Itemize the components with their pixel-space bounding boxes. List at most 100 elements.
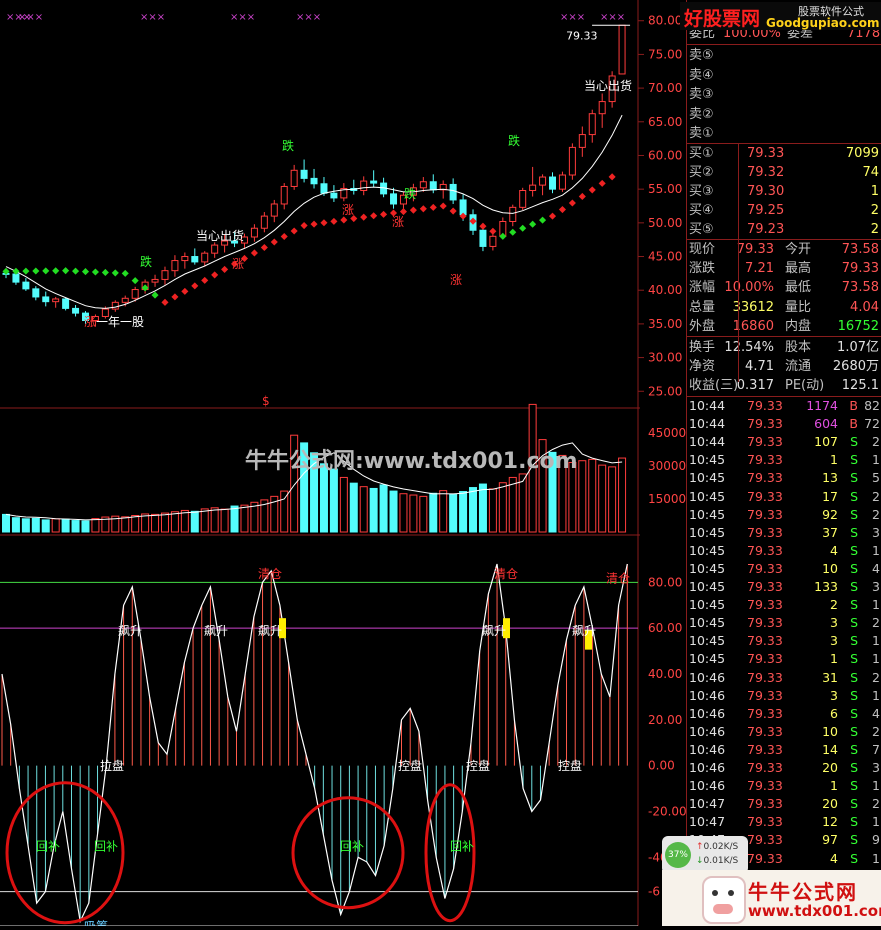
volume-bar bbox=[210, 507, 219, 533]
volume-bar bbox=[399, 493, 408, 533]
tick-time: 10:44 bbox=[689, 434, 726, 450]
candle-body bbox=[151, 278, 159, 283]
tick-price: 79.33 bbox=[747, 470, 783, 486]
volume-bar bbox=[409, 494, 418, 533]
tick-volume: 3 bbox=[830, 615, 838, 631]
buy-level-volume: 74 bbox=[862, 165, 879, 180]
chart-canvas[interactable]: 79.33 80.00 75.00 70.00 65.00 60.00 55.00 50.0… bbox=[0, 0, 687, 930]
volume-bar bbox=[469, 487, 478, 533]
volume-bar bbox=[41, 519, 50, 533]
buy-level-price: 79.23 bbox=[747, 222, 785, 237]
candle-body bbox=[300, 169, 308, 179]
share-stat-value: 1.07亿 bbox=[837, 340, 879, 355]
tick-row: 10:46 79.33 10 S 2 bbox=[687, 723, 881, 741]
indicator-label: 拉盘 bbox=[100, 758, 124, 773]
tick-row: 10:44 79.33 1174 B 82 bbox=[687, 397, 881, 415]
sar-dot bbox=[181, 287, 189, 295]
last-price-label: 79.33 bbox=[566, 29, 598, 42]
tick-price: 79.33 bbox=[747, 579, 783, 594]
volume-bar bbox=[220, 508, 229, 533]
tick-volume: 3 bbox=[830, 687, 838, 703]
sar-dot bbox=[439, 202, 447, 210]
candle-body bbox=[290, 169, 298, 187]
speed-down: ↓0.01K/S bbox=[696, 856, 738, 866]
tick-count: 2 bbox=[872, 615, 880, 631]
price-annotation: 涨 bbox=[84, 314, 96, 329]
tick-volume: 2 bbox=[830, 597, 838, 613]
sar-dot bbox=[529, 220, 537, 228]
candle-body bbox=[111, 301, 119, 310]
volume-bar bbox=[459, 491, 468, 533]
tick-price: 79.33 bbox=[747, 506, 783, 522]
sar-dot bbox=[201, 276, 209, 284]
candle-body bbox=[598, 101, 606, 115]
sell-level-label: 卖② bbox=[689, 106, 714, 122]
sar-dot bbox=[72, 267, 80, 275]
tick-row: 10:45 79.33 92 S 2 bbox=[687, 506, 881, 524]
sar-dot bbox=[221, 265, 229, 273]
tick-time: 10:46 bbox=[689, 741, 726, 757]
price-annotation: 涨 bbox=[342, 202, 354, 217]
sar-dot bbox=[370, 212, 378, 220]
indicator-tick-label: 40.00 bbox=[648, 667, 682, 681]
candle-body bbox=[568, 146, 576, 176]
candle-body bbox=[330, 192, 338, 199]
candle-body bbox=[42, 296, 50, 303]
sar-dot bbox=[310, 220, 318, 228]
tick-price: 79.33 bbox=[747, 597, 783, 613]
candle-body bbox=[280, 185, 288, 205]
tick-time: 10:46 bbox=[689, 760, 726, 775]
indicator-label: 吸筹 bbox=[84, 920, 108, 926]
tick-side: S bbox=[850, 741, 858, 757]
tick-volume: 14 bbox=[822, 741, 838, 757]
tick-price: 79.33 bbox=[747, 705, 783, 721]
tick-volume: 1 bbox=[830, 452, 838, 468]
tick-time: 10:47 bbox=[689, 814, 726, 830]
sar-dot bbox=[568, 199, 576, 207]
tick-side: S bbox=[850, 760, 858, 775]
share-stat-value: 12.54% bbox=[724, 340, 774, 355]
candle-body bbox=[429, 181, 437, 191]
indicator-label: 回补 bbox=[450, 839, 474, 853]
buy-level-price: 79.30 bbox=[747, 184, 785, 199]
sell-level-row: 卖② bbox=[687, 105, 881, 124]
stat-row: 涨幅 10.00% 最低 73.58 bbox=[687, 278, 881, 297]
tick-volume: 97 bbox=[822, 832, 838, 848]
price-tick-label: 75.00 bbox=[648, 47, 682, 61]
tick-time: 10:45 bbox=[689, 506, 726, 522]
tick-count: 2 bbox=[872, 669, 880, 685]
sar-dot bbox=[250, 249, 258, 257]
buy-level-volume: 2 bbox=[870, 203, 879, 218]
marker-x: ××× bbox=[18, 12, 43, 23]
sar-dot bbox=[260, 243, 268, 252]
candle-body bbox=[479, 229, 487, 247]
stat-row: 总量 33612 量比 4.04 bbox=[687, 298, 881, 317]
price-annotation: 跌 bbox=[140, 254, 152, 269]
tick-count: 1 bbox=[872, 687, 880, 703]
speed-pct-badge: 37% bbox=[665, 842, 691, 868]
sar-dot bbox=[548, 212, 557, 220]
tick-time: 10:45 bbox=[689, 651, 726, 667]
buy-level-row: 买⑤ 79.23 2 bbox=[687, 220, 881, 239]
volume-bar bbox=[488, 488, 497, 533]
tick-volume: 12 bbox=[822, 814, 838, 830]
tick-volume: 13 bbox=[822, 470, 838, 486]
volume-bar bbox=[339, 476, 348, 533]
indicator-label: 清仓 bbox=[606, 571, 630, 585]
network-speed-widget[interactable]: 37% ↑0.02K/S ↓0.01K/S bbox=[662, 836, 748, 874]
candle-body bbox=[22, 281, 30, 290]
price-axis: 80.00 75.00 70.00 65.00 60.00 55.00 50.00 45.00… bbox=[638, 14, 682, 398]
tick-count: 3 bbox=[872, 760, 880, 775]
kline-chart-area[interactable]: 79.33 80.00 75.00 70.00 65.00 60.00 55.00 50.0… bbox=[0, 0, 687, 930]
volume-bar bbox=[618, 457, 627, 533]
tick-price: 79.33 bbox=[747, 850, 783, 866]
tick-volume: 107 bbox=[814, 434, 838, 450]
share-stat-value: 125.1 bbox=[841, 378, 879, 394]
tick-row: 10:46 79.33 14 S 7 bbox=[687, 741, 881, 759]
price-annotation: 跌 bbox=[282, 138, 294, 153]
tick-price: 79.33 bbox=[747, 488, 783, 504]
tick-price: 79.33 bbox=[747, 615, 783, 631]
tick-count: 72 bbox=[864, 416, 880, 432]
tick-volume: 92 bbox=[822, 506, 838, 522]
candle-body bbox=[558, 174, 566, 190]
